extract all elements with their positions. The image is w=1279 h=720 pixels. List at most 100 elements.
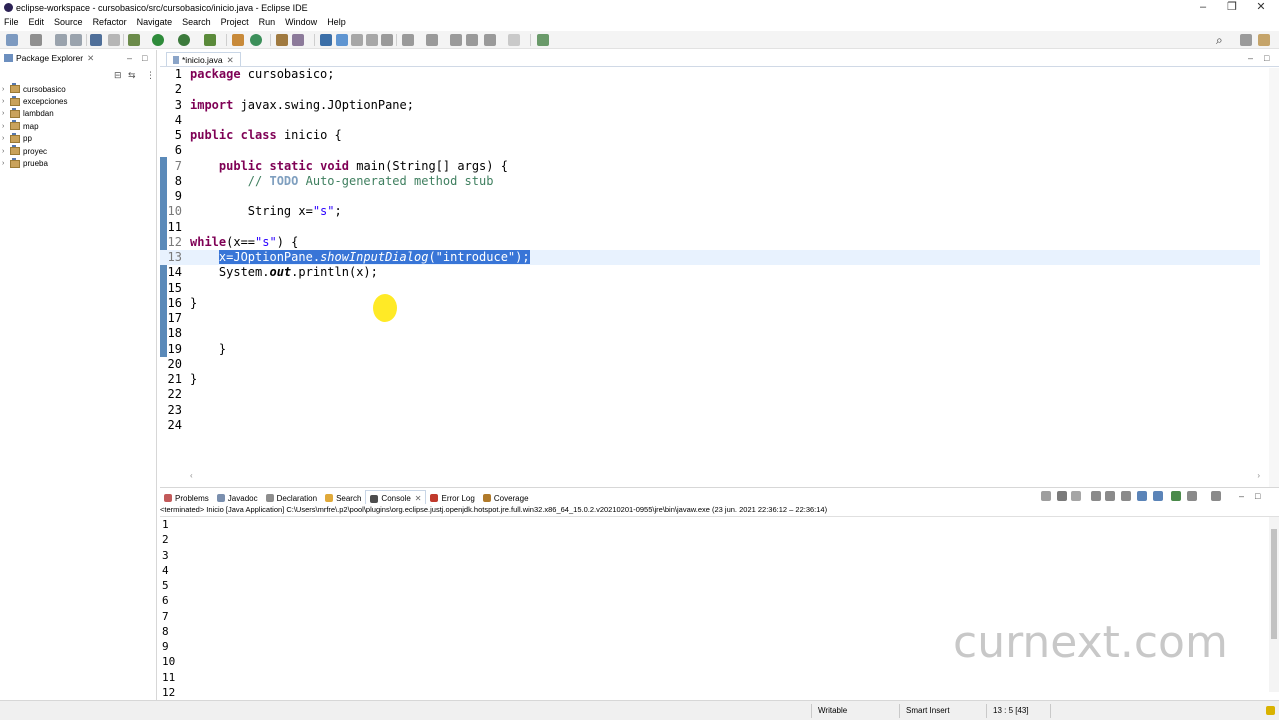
forward-icon[interactable] [484, 34, 496, 46]
open-type-icon[interactable] [276, 34, 288, 46]
next-annotation-icon[interactable] [402, 34, 414, 46]
tab-problems[interactable]: Problems [160, 490, 213, 504]
tab-search[interactable]: Search [321, 490, 365, 504]
save-all-icon[interactable] [70, 34, 82, 46]
code-line[interactable]: 3 import javax.swing.JOptionPane; [160, 98, 1260, 113]
editor-vertical-scrollbar[interactable] [1269, 68, 1279, 488]
debug-icon[interactable] [128, 34, 140, 46]
close-icon[interactable]: ✕ [415, 494, 422, 503]
show-stderr-icon[interactable] [1153, 491, 1163, 501]
code-text[interactable]: } [190, 372, 197, 387]
back-icon[interactable] [466, 34, 478, 46]
collapse-all-icon[interactable]: ⊟ [114, 70, 122, 81]
minimize-button[interactable]: – [1194, 1, 1212, 13]
close-icon[interactable]: ✕ [227, 55, 234, 65]
menu-source[interactable]: Source [49, 16, 88, 27]
code-line[interactable]: 2 [160, 82, 1260, 97]
clear-console-icon[interactable] [1091, 491, 1101, 501]
pin-editor-icon[interactable] [537, 34, 549, 46]
toggle-mark-occurrences-icon[interactable] [336, 34, 348, 46]
project-item[interactable]: › lambdan [2, 107, 67, 120]
minimize-editor-icon[interactable]: – [1248, 53, 1253, 63]
menu-navigate[interactable]: Navigate [132, 16, 178, 27]
display-selected-console-icon[interactable] [1187, 491, 1197, 501]
project-item[interactable]: › pp [2, 132, 67, 145]
project-item[interactable]: › prueba [2, 157, 67, 169]
expand-icon[interactable]: › [2, 135, 10, 142]
java-perspective-icon[interactable] [1258, 34, 1270, 46]
code-text[interactable]: while(x=="s") { [190, 235, 298, 250]
project-item[interactable]: › proyec [2, 145, 67, 157]
notification-icon[interactable] [1266, 706, 1275, 715]
maximize-console-icon[interactable]: □ [1255, 491, 1265, 501]
menu-help[interactable]: Help [322, 16, 351, 27]
show-stdout-icon[interactable] [1137, 491, 1147, 501]
code-text[interactable]: public static void main(String[] args) { [190, 159, 508, 174]
tab-coverage[interactable]: Coverage [479, 490, 533, 504]
code-line[interactable]: 22 [160, 387, 1260, 402]
new-icon[interactable] [6, 34, 18, 46]
code-line[interactable]: 1 package cursobasico; [160, 67, 1260, 82]
tab-declaration[interactable]: Declaration [262, 490, 321, 504]
code-text[interactable]: package cursobasico; [190, 67, 335, 82]
menu-refactor[interactable]: Refactor [88, 16, 132, 27]
code-line[interactable]: 11 [160, 220, 1260, 235]
console-vertical-scrollbar[interactable] [1269, 517, 1279, 692]
pin-console-icon[interactable] [1171, 491, 1181, 501]
code-text[interactable]: } [190, 342, 226, 357]
expand-icon[interactable]: › [2, 98, 10, 105]
code-text[interactable]: public class inicio { [190, 128, 342, 143]
terminal-icon[interactable] [90, 34, 102, 46]
minimize-view-icon[interactable]: – [127, 53, 132, 63]
menu-run[interactable]: Run [254, 16, 281, 27]
code-line[interactable]: 21} [160, 372, 1260, 387]
word-wrap-icon[interactable] [1121, 491, 1131, 501]
link-with-editor-icon[interactable]: ⇆ [128, 70, 136, 81]
menu-window[interactable]: Window [280, 16, 322, 27]
code-text[interactable]: import javax.swing.JOptionPane; [190, 98, 414, 113]
external-tools-icon[interactable] [204, 34, 216, 46]
terminate-icon[interactable] [1041, 491, 1051, 501]
code-text[interactable]: } [190, 296, 197, 311]
expand-icon[interactable]: › [2, 160, 10, 167]
code-text[interactable]: x=JOptionPane.showInputDialog("introduce… [190, 250, 530, 265]
code-line[interactable]: 17 [160, 311, 1260, 326]
search-toolbar-icon[interactable] [320, 34, 332, 46]
editor-tab-inicio[interactable]: *inicio.java ✕ [166, 52, 241, 66]
tab-javadoc[interactable]: Javadoc [213, 490, 262, 504]
code-line[interactable]: 6 [160, 143, 1260, 158]
code-line[interactable]: 23 [160, 403, 1260, 418]
menu-edit[interactable]: Edit [24, 16, 50, 27]
code-line[interactable]: 10 String x="s"; [160, 204, 1260, 219]
open-task-icon[interactable] [292, 34, 304, 46]
toggle-word-wrap-icon[interactable] [351, 34, 363, 46]
forward-disabled-icon[interactable] [508, 34, 520, 46]
code-line[interactable]: 7 public static void main(String[] args)… [160, 159, 1260, 174]
console-output[interactable]: 1 2 3 4 5 6 7 8 9 10 11 12 [162, 517, 175, 700]
minimize-console-icon[interactable]: – [1239, 491, 1249, 501]
run-icon[interactable] [152, 34, 164, 46]
tab-console[interactable]: Console ✕ [365, 490, 427, 504]
code-line[interactable]: 4 [160, 113, 1260, 128]
remove-all-terminated-icon[interactable] [1071, 491, 1081, 501]
open-console-icon[interactable] [1211, 491, 1221, 501]
view-menu-icon[interactable]: ⋮ [146, 70, 155, 81]
last-edit-location-icon[interactable] [450, 34, 462, 46]
expand-icon[interactable]: › [2, 148, 10, 155]
code-line[interactable]: 8 // TODO Auto-generated method stub [160, 174, 1260, 189]
expand-icon[interactable]: › [2, 86, 10, 93]
code-line[interactable]: 9 [160, 189, 1260, 204]
code-line[interactable]: 18 [160, 326, 1260, 341]
skip-breakpoints-icon[interactable] [108, 34, 120, 46]
editor-horizontal-scrollbar[interactable]: ‹ › [190, 471, 1260, 481]
menu-file[interactable]: File [0, 16, 24, 27]
scroll-lock-icon[interactable] [1105, 491, 1115, 501]
tab-error-log[interactable]: Error Log [426, 490, 478, 504]
code-text[interactable]: // TODO Auto-generated method stub [190, 174, 494, 189]
search-icon[interactable]: ⌕ [1216, 34, 1228, 46]
expand-icon[interactable]: › [2, 123, 10, 130]
close-icon[interactable]: ✕ [87, 53, 94, 63]
open-perspective-icon[interactable] [1240, 34, 1252, 46]
new-class-icon[interactable] [250, 34, 262, 46]
menu-search[interactable]: Search [177, 16, 216, 27]
